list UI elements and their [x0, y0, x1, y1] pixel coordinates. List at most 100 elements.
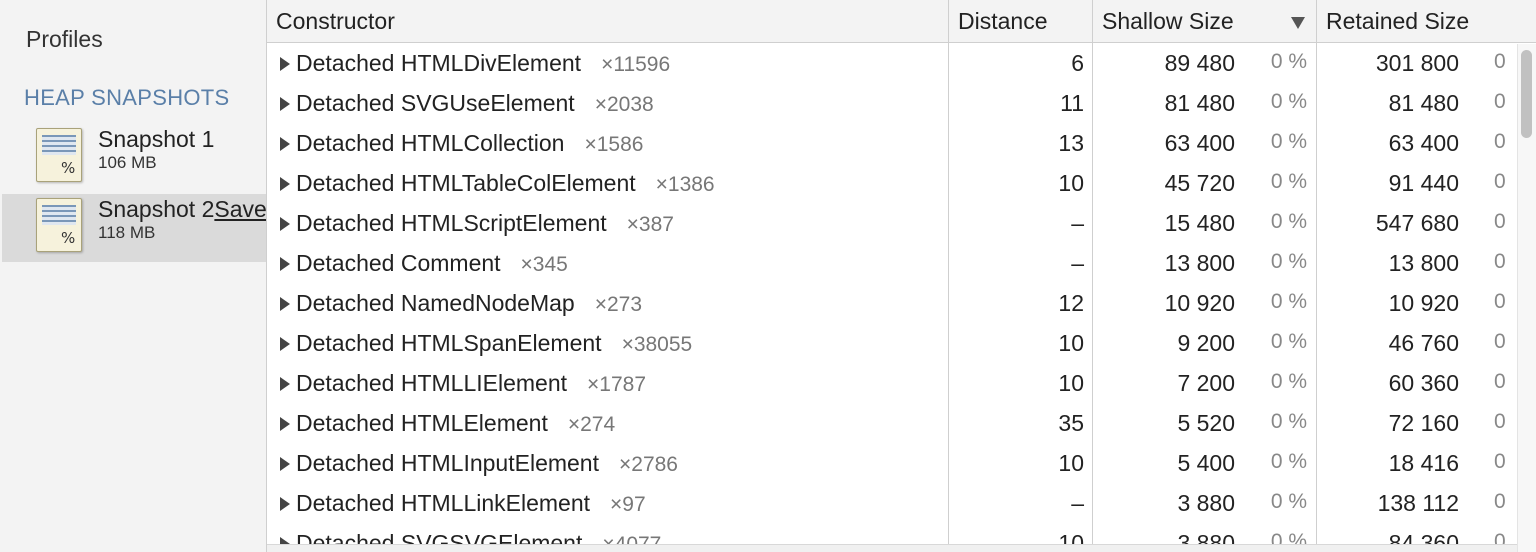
table-body: Detached HTMLDivElement ×11596 6 89 480 0 % 3…: [267, 44, 1517, 552]
table-row[interactable]: Detached HTMLInputElement ×2786 10 5 400 0 %…: [267, 444, 1517, 484]
retained-size-percent: 0: [1494, 290, 1506, 313]
snapshot-size: 106 MB: [98, 153, 157, 172]
heap-snapshots-section-header[interactable]: HEAP SNAPSHOTS: [24, 85, 230, 111]
shallow-size-cell: 10 920: [1164, 290, 1235, 316]
shallow-size-cell: 45 720: [1164, 170, 1235, 196]
constructor-cell: Detached HTMLDivElement ×11596: [296, 50, 670, 77]
retained-size-cell: 46 760: [1388, 330, 1459, 356]
distance-cell: 10: [1058, 450, 1084, 476]
retained-size-cell: 72 160: [1388, 410, 1459, 436]
snapshot-item-1[interactable]: % Snapshot 1 106 MB: [2, 124, 266, 192]
retained-size-percent: 0: [1494, 130, 1506, 153]
retained-size-cell: 81 480: [1388, 90, 1459, 116]
constructor-cell: Detached HTMLElement ×274: [296, 410, 615, 437]
expand-triangle-icon[interactable]: [280, 217, 290, 231]
shallow-size-cell: 81 480: [1164, 90, 1235, 116]
retained-size-cell: 138 112: [1377, 490, 1459, 516]
distance-cell: –: [1071, 250, 1084, 276]
shallow-size-percent: 0 %: [1270, 370, 1307, 393]
header-distance[interactable]: Distance: [958, 8, 1047, 35]
scrollbar-thumb[interactable]: [1521, 50, 1532, 138]
expand-triangle-icon[interactable]: [280, 297, 290, 311]
expand-triangle-icon[interactable]: [280, 337, 290, 351]
expand-triangle-icon[interactable]: [280, 457, 290, 471]
retained-size-cell: 13 800: [1388, 250, 1459, 276]
instance-count: ×387: [626, 213, 674, 236]
constructor-name: Detached HTMLElement: [296, 410, 548, 436]
constructor-cell: Detached HTMLTableColElement ×1386: [296, 170, 715, 197]
distance-cell: –: [1071, 210, 1084, 236]
distance-cell: 11: [1060, 90, 1084, 116]
retained-size-percent: 0: [1494, 490, 1506, 513]
constructor-name: Detached Comment: [296, 250, 501, 276]
sidebar-title: Profiles: [26, 26, 103, 52]
shallow-size-cell: 15 480: [1164, 210, 1235, 236]
constructor-name: Detached HTMLCollection: [296, 130, 565, 156]
expand-triangle-icon[interactable]: [280, 377, 290, 391]
table-row[interactable]: Detached HTMLScriptElement ×387 – 15 480 0 %…: [267, 204, 1517, 244]
header-retained-size[interactable]: Retained Size: [1326, 8, 1469, 35]
retained-size-cell: 91 440: [1388, 170, 1459, 196]
instance-count: ×345: [520, 253, 568, 276]
instance-count: ×97: [610, 493, 646, 516]
instance-count: ×273: [594, 293, 643, 316]
distance-cell: 35: [1058, 410, 1084, 436]
instance-count: ×2786: [619, 453, 678, 476]
constructor-name: Detached HTMLTableColElement: [296, 170, 636, 196]
table-row[interactable]: Detached HTMLLIElement ×1787 10 7 200 0 % 60 …: [267, 364, 1517, 404]
table-row[interactable]: Detached SVGUseElement ×2038 11 81 480 0 % 81…: [267, 84, 1517, 124]
sort-descending-icon: [1291, 17, 1305, 29]
constructor-name: Detached HTMLDivElement: [296, 50, 582, 76]
constructor-name: Detached NamedNodeMap: [296, 290, 575, 316]
table-row[interactable]: Detached HTMLDivElement ×11596 6 89 480 0 % 3…: [267, 44, 1517, 84]
retained-size-percent: 0: [1494, 90, 1506, 113]
constructor-cell: Detached SVGUseElement ×2038: [296, 90, 654, 117]
expand-triangle-icon[interactable]: [280, 177, 290, 191]
shallow-size-cell: 5 400: [1177, 450, 1235, 476]
constructor-cell: Detached HTMLSpanElement ×38055: [296, 330, 692, 357]
retained-size-percent: 0: [1494, 410, 1506, 433]
table-row[interactable]: Detached HTMLSpanElement ×38055 10 9 200 0 %…: [267, 324, 1517, 364]
expand-triangle-icon[interactable]: [280, 137, 290, 151]
table-row[interactable]: Detached HTMLLinkElement ×97 – 3 880 0 % 138 …: [267, 484, 1517, 524]
header-constructor[interactable]: Constructor: [276, 8, 395, 35]
retained-size-cell: 18 416: [1388, 450, 1459, 476]
shallow-size-percent: 0 %: [1270, 90, 1307, 113]
shallow-size-percent: 0 %: [1270, 130, 1307, 153]
profiles-sidebar: Profiles HEAP SNAPSHOTS % Snapshot 1 106…: [0, 0, 267, 552]
expand-triangle-icon[interactable]: [280, 257, 290, 271]
instance-count: ×38055: [621, 333, 693, 356]
expand-triangle-icon[interactable]: [280, 57, 290, 71]
shallow-size-percent: 0 %: [1270, 450, 1307, 473]
table-row[interactable]: Detached HTMLCollection ×1586 13 63 400 0 % 6…: [267, 124, 1517, 164]
retained-size-cell: 301 800: [1375, 50, 1459, 76]
table-row[interactable]: Detached NamedNodeMap ×273 12 10 920 0 % 10 9…: [267, 284, 1517, 324]
header-shallow-size[interactable]: Shallow Size: [1102, 8, 1234, 35]
expand-triangle-icon[interactable]: [280, 97, 290, 111]
instance-count: ×11596: [601, 53, 671, 76]
snapshot-size: 118 MB: [98, 223, 156, 242]
constructor-cell: Detached HTMLLIElement ×1787: [296, 370, 646, 397]
horizontal-scrollbar[interactable]: [267, 544, 1517, 552]
retained-size-percent: 0: [1494, 370, 1506, 393]
constructor-cell: Detached HTMLCollection ×1586: [296, 130, 643, 157]
instance-count: ×1586: [584, 133, 644, 156]
vertical-scrollbar[interactable]: [1517, 44, 1536, 552]
table-row[interactable]: Detached HTMLElement ×274 35 5 520 0 % 72 160…: [267, 404, 1517, 444]
snapshot-name-row: Snapshot 2Save: [98, 196, 266, 223]
instance-count: ×1386: [655, 173, 715, 196]
expand-triangle-icon[interactable]: [280, 417, 290, 431]
table-row[interactable]: Detached Comment ×345 – 13 800 0 % 13 800 0: [267, 244, 1517, 284]
retained-size-cell: 547 680: [1375, 210, 1459, 236]
shallow-size-percent: 0 %: [1270, 410, 1307, 433]
retained-size-percent: 0: [1494, 170, 1506, 193]
expand-triangle-icon[interactable]: [280, 497, 290, 511]
distance-cell: 10: [1058, 170, 1084, 196]
table-row[interactable]: Detached HTMLTableColElement ×1386 10 45 72…: [267, 164, 1517, 204]
constructor-name: Detached SVGUseElement: [296, 90, 575, 116]
shallow-size-percent: 0 %: [1270, 290, 1307, 313]
save-snapshot-link[interactable]: Save: [214, 196, 266, 222]
snapshot-item-2[interactable]: % Snapshot 2Save 118 MB: [2, 194, 266, 262]
shallow-size-percent: 0 %: [1270, 50, 1307, 73]
distance-cell: 13: [1058, 130, 1084, 156]
